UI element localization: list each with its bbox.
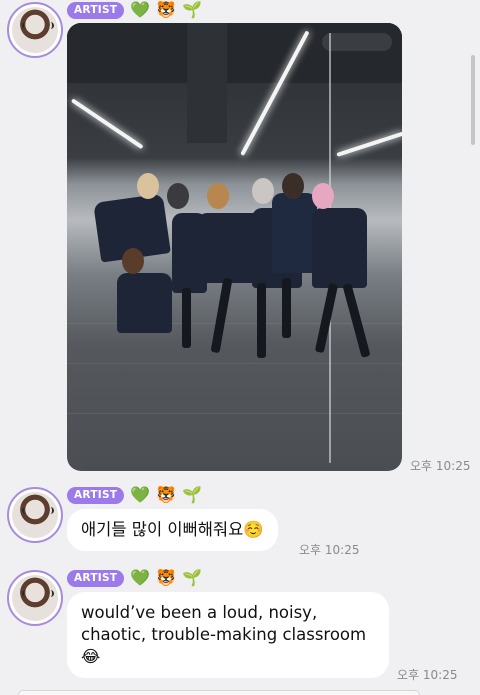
green-heart-emoji: 💚 — [130, 0, 151, 19]
artist-badge: ARTIST — [67, 1, 125, 19]
message-text: ARTIST 💚 🐯 🌱 would’ve been a loud, noisy… — [0, 568, 480, 688]
seedling-emoji: 🌱 — [182, 0, 203, 19]
message-text: ARTIST 💚 🐯 🌱 애기들 많이 이뻐해줘요☺️ 오후 10:25 — [0, 485, 480, 565]
message-photo: ARTIST 💚 🐯 🌱 오후 10:25 — [0, 0, 480, 480]
avatar-image — [12, 7, 58, 53]
scrollbar[interactable] — [471, 55, 475, 145]
group-photo[interactable] — [67, 23, 402, 471]
seedling-emoji: 🌱 — [182, 485, 203, 504]
green-heart-emoji: 💚 — [130, 485, 151, 504]
avatar-image — [12, 575, 58, 621]
input-bar[interactable] — [18, 690, 420, 695]
message-time: 오후 10:25 — [299, 543, 360, 557]
message-meta: ARTIST 💚 🐯 🌱 — [67, 568, 202, 588]
artist-avatar[interactable] — [7, 487, 63, 543]
tiger-emoji: 🐯 — [156, 0, 177, 19]
tiger-emoji: 🐯 — [156, 568, 177, 587]
green-heart-emoji: 💚 — [130, 568, 151, 587]
artist-badge: ARTIST — [67, 486, 125, 504]
artist-avatar[interactable] — [7, 2, 63, 58]
seedling-emoji: 🌱 — [182, 568, 203, 587]
avatar-image — [12, 492, 58, 538]
message-time: 오후 10:25 — [410, 459, 471, 473]
message-time: 오후 10:25 — [397, 668, 458, 682]
artist-avatar[interactable] — [7, 570, 63, 626]
message-bubble[interactable]: 애기들 많이 이뻐해줘요☺️ — [67, 509, 278, 551]
message-bubble[interactable]: would’ve been a loud, noisy, chaotic, tr… — [67, 592, 389, 678]
artist-badge: ARTIST — [67, 569, 125, 587]
tiger-emoji: 🐯 — [156, 485, 177, 504]
message-meta: ARTIST 💚 🐯 🌱 — [67, 485, 202, 505]
message-meta: ARTIST 💚 🐯 🌱 — [67, 0, 202, 20]
